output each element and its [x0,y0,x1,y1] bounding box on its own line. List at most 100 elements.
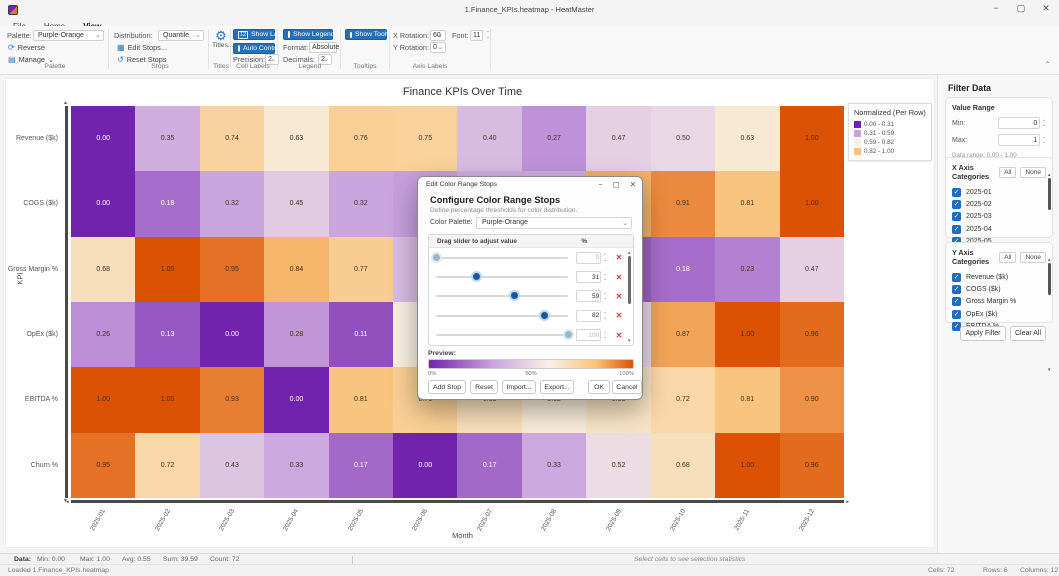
heatmap-cell[interactable]: 0.40 [457,106,521,171]
y-axis-none-button[interactable]: None [1020,252,1046,263]
x-axis-none-button[interactable]: None [1020,167,1046,178]
heatmap-cell[interactable]: 1.00 [135,367,199,432]
x-rotation-combobox[interactable]: 60 [430,30,446,41]
stop-value-stepper[interactable]: ⌃⌄ [603,274,607,281]
heatmap-cell[interactable]: 0.32 [200,171,264,236]
color-palette-combobox[interactable]: Purple-Orange [476,217,632,229]
stop-slider[interactable] [436,295,568,297]
heatmap-cell[interactable]: 0.81 [715,171,779,236]
heatmap-cell[interactable]: 0.77 [329,237,393,302]
category-item[interactable]: ✓Gross Margin % [952,296,1046,308]
checkbox-checked-icon[interactable]: ✓ [952,297,961,306]
heatmap-cell[interactable]: 0.28 [264,302,328,367]
checkbox-checked-icon[interactable]: ✓ [952,212,961,221]
reverse-button[interactable]: ⟳Reverse [5,42,48,53]
checkbox-checked-icon[interactable]: ✓ [952,225,961,234]
checkbox-checked-icon[interactable]: ✓ [952,285,961,294]
import-button[interactable]: Import... [502,380,536,394]
stop-value-input[interactable]: 82 [576,310,601,322]
dialog-minimize-button[interactable]: − [598,180,602,189]
heatmap-cell[interactable]: 0.91 [651,171,715,236]
category-item[interactable]: ✓2025-01 [952,186,1046,198]
heatmap-cell[interactable]: 0.87 [651,302,715,367]
heatmap-cell[interactable]: 0.68 [71,237,135,302]
heatmap-cell[interactable]: 0.63 [715,106,779,171]
heatmap-cell[interactable]: 0.13 [135,302,199,367]
slider-handle[interactable] [473,273,480,280]
close-button[interactable]: ✕ [1039,3,1053,14]
add-stop-button[interactable]: Add Stop [428,380,466,394]
x-axis-scrollbar[interactable] [1047,172,1052,227]
heatmap-cell[interactable]: 1.00 [715,302,779,367]
font-size-input[interactable]: 11 [470,30,483,41]
heatmap-cell[interactable]: 0.47 [586,106,650,171]
dialog-title-bar[interactable]: Edit Color Range Stops − ▢ ✕ [418,177,642,192]
vertical-scrollbar[interactable] [65,106,68,498]
category-item[interactable]: ✓2025-02 [952,198,1046,210]
stop-slider[interactable] [436,315,568,317]
heatmap-cell[interactable]: 0.18 [135,171,199,236]
max-input[interactable]: 1 [998,134,1040,146]
heatmap-cell[interactable]: 0.95 [200,237,264,302]
heatmap-cell[interactable]: 0.27 [522,106,586,171]
heatmap-cell[interactable]: 0.96 [780,433,844,498]
heatmap-cell[interactable]: 0.00 [264,367,328,432]
heatmap-cell[interactable]: 0.84 [264,237,328,302]
clear-all-button[interactable]: Clear All [1010,326,1046,341]
delete-stop-button[interactable]: ✕ [613,311,625,320]
show-legend-toggle[interactable]: Show Legend [283,29,333,40]
delete-stop-button[interactable]: ✕ [613,331,625,340]
slider-handle[interactable] [511,292,518,299]
maximize-button[interactable]: ▢ [1014,3,1028,14]
stop-slider[interactable] [436,257,568,259]
heatmap-cell[interactable]: 1.00 [715,433,779,498]
x-axis-all-button[interactable]: All [999,167,1016,178]
stop-slider[interactable] [436,276,568,278]
distribution-combobox[interactable]: Quantile [158,30,204,41]
collapse-ribbon-icon[interactable]: ⌃ [1044,60,1051,69]
checkbox-checked-icon[interactable]: ✓ [952,200,961,209]
heatmap-cell[interactable]: 0.96 [780,302,844,367]
export-button[interactable]: Export... [540,380,574,394]
minimize-button[interactable]: − [989,3,1003,14]
format-combobox[interactable]: Absolute [309,42,337,53]
stop-value-stepper[interactable]: ⌃⌄ [603,312,607,319]
edit-stops-button[interactable]: ▦Edit Stops... [114,42,170,53]
cancel-button[interactable]: Cancel [612,380,642,394]
y-axis-all-button[interactable]: All [999,252,1016,263]
heatmap-cell[interactable]: 1.00 [135,237,199,302]
heatmap-cell[interactable]: 0.76 [329,106,393,171]
min-input[interactable]: 0 [998,117,1040,129]
heatmap-cell[interactable]: 0.81 [715,367,779,432]
stop-value-stepper[interactable]: ⌃⌄ [603,254,607,261]
ok-button[interactable]: OK [588,380,610,394]
y-axis-scrollbar[interactable] [1047,257,1052,312]
stop-value-input[interactable]: 59 [576,290,601,302]
heatmap-cell[interactable]: 0.72 [135,433,199,498]
stops-scrollbar[interactable] [627,250,632,343]
heatmap-cell[interactable]: 0.75 [393,106,457,171]
heatmap-cell[interactable]: 0.93 [200,367,264,432]
heatmap-cell[interactable]: 0.47 [780,237,844,302]
heatmap-cell[interactable]: 0.11 [329,302,393,367]
heatmap-cell[interactable]: 0.33 [522,433,586,498]
checkbox-checked-icon[interactable]: ✓ [952,188,961,197]
heatmap-cell[interactable]: 0.95 [71,433,135,498]
slider-handle[interactable] [541,312,548,319]
category-item[interactable]: ✓OpEx ($k) [952,308,1046,320]
heatmap-cell[interactable]: 0.00 [393,433,457,498]
heatmap-cell[interactable]: 0.32 [329,171,393,236]
heatmap-cell[interactable]: 0.26 [71,302,135,367]
heatmap-cell[interactable]: 0.18 [651,237,715,302]
category-item[interactable]: ✓2025-03 [952,211,1046,223]
heatmap-cell[interactable]: 1.00 [71,367,135,432]
dialog-close-button[interactable]: ✕ [630,180,636,189]
reset-button[interactable]: Reset [470,380,498,394]
heatmap-cell[interactable]: 0.43 [200,433,264,498]
heatmap-cell[interactable]: 0.33 [264,433,328,498]
heatmap-cell[interactable]: 1.00 [780,106,844,171]
palette-combobox[interactable]: Purple-Orange [33,30,104,41]
heatmap-cell[interactable]: 0.23 [715,237,779,302]
delete-stop-button[interactable]: ✕ [613,253,625,262]
heatmap-cell[interactable]: 0.63 [264,106,328,171]
